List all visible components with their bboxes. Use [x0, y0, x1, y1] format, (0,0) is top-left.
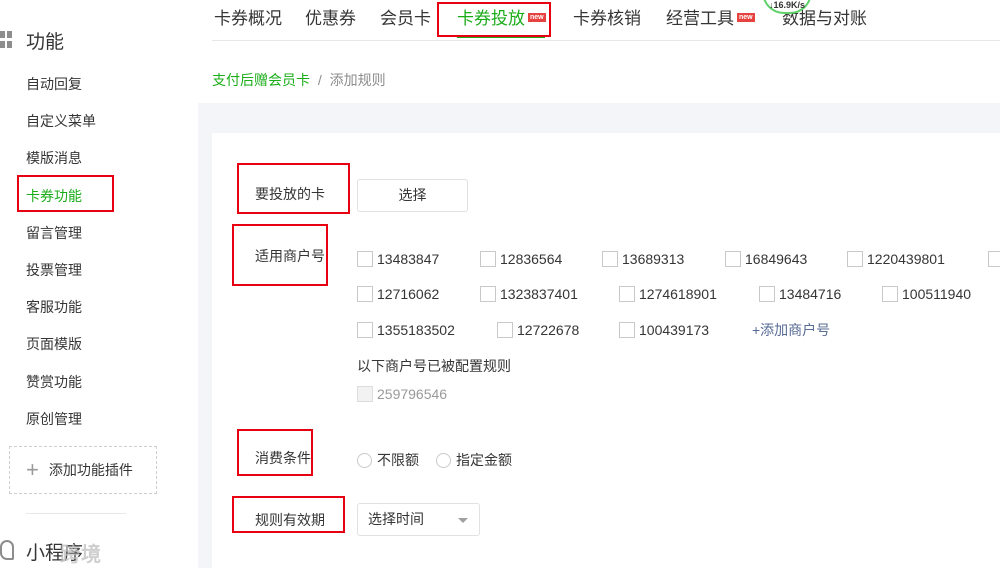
sidebar-section-header: 功能 — [0, 26, 64, 54]
grid-icon — [0, 31, 12, 49]
checkbox-box[interactable] — [619, 286, 635, 302]
checkbox-box[interactable] — [725, 251, 741, 267]
merchant-checkbox[interactable]: 13689313 — [602, 249, 684, 269]
checkbox-box[interactable] — [602, 251, 618, 267]
merchant-checkbox[interactable]: 1323837401 — [480, 284, 578, 304]
checkbox-box[interactable] — [357, 251, 373, 267]
sidebar: 功能 自动回复 自定义菜单 模版消息 卡券功能 留言管理 投票管理 客服功能 页… — [0, 0, 212, 568]
merchant-checkbox[interactable]: 16849643 — [725, 249, 807, 269]
sidebar-item-vote-management[interactable]: 投票管理 — [26, 260, 82, 280]
tab-member-card[interactable]: 会员卡 — [380, 8, 431, 30]
sidebar-item-customer-service[interactable]: 客服功能 — [26, 297, 82, 317]
highlight-box-sidebar — [17, 175, 114, 212]
breadcrumb-link[interactable]: 支付后赠会员卡 — [212, 72, 310, 88]
sidebar-item-reward[interactable]: 赞赏功能 — [26, 372, 82, 392]
merchant-checkbox[interactable]: 12836564 — [480, 249, 562, 269]
content-left-band — [198, 103, 212, 568]
highlight-box-merchant — [232, 224, 328, 286]
checkbox-box[interactable] — [480, 286, 496, 302]
tab-card-redemption[interactable]: 卡券核销 — [573, 8, 641, 30]
checkbox-box[interactable] — [357, 322, 373, 338]
merchant-checkbox-overflow[interactable] — [988, 249, 1000, 269]
highlight-box-tab — [437, 2, 551, 37]
checkbox-box[interactable] — [882, 286, 898, 302]
chevron-down-icon — [458, 518, 468, 523]
add-plugin-button[interactable]: + 添加功能插件 — [9, 446, 157, 494]
mini-program-icon — [0, 540, 14, 560]
sidebar-item-auto-reply[interactable]: 自动回复 — [26, 74, 82, 94]
radio-circle[interactable] — [436, 452, 451, 468]
highlight-box-validity — [232, 496, 345, 533]
configured-merchant-checkbox: 259796546 — [357, 384, 447, 404]
watermark: 跨境 — [60, 544, 102, 566]
tab-card-overview[interactable]: 卡券概况 — [214, 8, 282, 30]
sidebar-item-original-management[interactable]: 原创管理 — [26, 409, 82, 429]
add-merchant-link[interactable]: +添加商户号 — [752, 320, 830, 340]
merchant-checkbox[interactable]: 1274618901 — [619, 284, 717, 304]
highlight-box-card — [237, 163, 350, 214]
radio-unlimited[interactable]: 不限额 — [357, 450, 419, 470]
tab-business-tools[interactable]: 经营工具 new — [666, 8, 755, 30]
merchant-checkbox[interactable]: 100511940 — [882, 284, 971, 304]
checkbox-box[interactable] — [357, 286, 373, 302]
highlight-box-condition — [237, 429, 313, 476]
plus-icon: + — [26, 457, 39, 482]
breadcrumb-separator: / — [317, 72, 322, 88]
merchant-checkbox[interactable]: 13484716 — [759, 284, 841, 304]
sidebar-divider — [26, 513, 126, 514]
add-plugin-label: 添加功能插件 — [48, 462, 133, 478]
top-tabs: 卡券概况 优惠券 会员卡 卡券投放 new 卡券核销 经营工具 new 数据与对账 … — [212, 0, 1000, 41]
content-top-band — [212, 103, 1000, 133]
merchant-checkbox[interactable]: 12716062 — [357, 284, 439, 304]
merchant-checkbox[interactable]: 13483847 — [357, 249, 439, 269]
merchant-checkbox[interactable]: 1355183502 — [357, 320, 455, 340]
checkbox-box[interactable] — [480, 251, 496, 267]
configured-merchants-note: 以下商户号已被配置规则 — [357, 358, 511, 374]
merchant-checkbox[interactable]: 12722678 — [497, 320, 579, 340]
merchant-checkbox[interactable]: 100439173 — [619, 320, 709, 340]
new-badge: new — [737, 13, 755, 22]
breadcrumb: 支付后赠会员卡 / 添加规则 — [212, 70, 386, 90]
radio-specified-amount[interactable]: 指定金额 — [436, 450, 512, 470]
checkbox-box[interactable] — [619, 322, 635, 338]
checkbox-box[interactable] — [847, 251, 863, 267]
sidebar-item-page-template[interactable]: 页面模版 — [26, 334, 82, 354]
checkbox-box[interactable] — [759, 286, 775, 302]
checkbox-box[interactable] — [497, 322, 513, 338]
tab-coupons[interactable]: 优惠券 — [305, 8, 356, 30]
radio-circle[interactable] — [357, 452, 372, 468]
select-card-button[interactable]: 选择 — [357, 179, 468, 212]
validity-select[interactable]: 选择时间 — [357, 503, 480, 536]
sidebar-section-title: 功能 — [26, 31, 65, 53]
breadcrumb-current: 添加规则 — [329, 72, 386, 88]
checkbox-box-disabled — [357, 386, 373, 402]
merchant-checkbox[interactable]: 1220439801 — [847, 249, 945, 269]
sidebar-item-custom-menu[interactable]: 自定义菜单 — [26, 111, 96, 131]
sidebar-item-comment-management[interactable]: 留言管理 — [26, 223, 82, 243]
validity-select-value: 选择时间 — [368, 511, 424, 527]
checkbox-box[interactable] — [988, 251, 1000, 267]
sidebar-item-template-message[interactable]: 模版消息 — [26, 148, 82, 168]
